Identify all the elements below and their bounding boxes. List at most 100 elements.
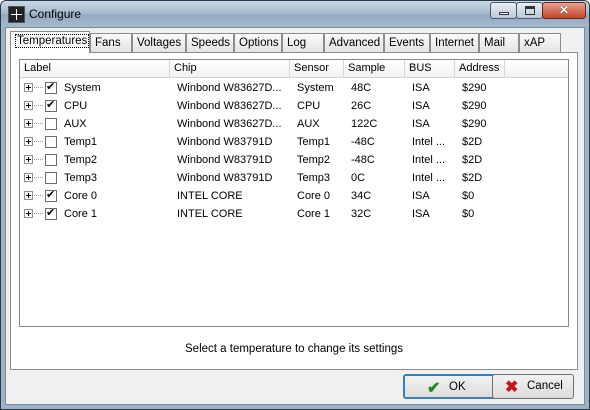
expand-icon[interactable] <box>24 173 33 182</box>
column-header-sensor[interactable]: Sensor <box>290 60 344 77</box>
cell-label: Temp1 <box>64 136 98 148</box>
row-checkbox[interactable] <box>45 98 57 112</box>
cell-sample: 122C <box>351 118 378 130</box>
tab-label: Mail <box>484 37 506 49</box>
cell-label: Core 0 <box>64 190 98 202</box>
tab-options[interactable]: Options <box>234 33 282 52</box>
expand-icon[interactable] <box>24 119 33 128</box>
tab-events[interactable]: Events <box>384 33 430 52</box>
cell-sample: 26C <box>351 100 372 112</box>
row-checkbox[interactable] <box>45 154 57 166</box>
cancel-button[interactable]: ✖ Cancel <box>492 374 574 399</box>
app-icon <box>8 6 25 23</box>
row-checkbox[interactable] <box>45 118 57 130</box>
table-row[interactable]: Temp1 Winbond W83791D Temp1 -48C Intel ... $2… <box>20 133 568 151</box>
tab-log[interactable]: Log <box>282 33 324 52</box>
cell-sensor: AUX <box>297 118 320 130</box>
tab-fans[interactable]: Fans <box>90 33 132 52</box>
tab-temperatures[interactable]: Temperatures <box>10 31 90 53</box>
cell-label: Temp3 <box>64 172 98 184</box>
cell-address: $290 <box>462 100 487 112</box>
expand-icon[interactable] <box>24 155 33 164</box>
tab-label: xAP <box>524 37 546 49</box>
temperatures-panel: Label Chip Sensor Sample BUS Address Sys… <box>10 52 578 370</box>
cell-address: $290 <box>462 118 487 130</box>
tree-connector <box>34 213 43 214</box>
cell-sample: 32C <box>351 208 372 220</box>
close-button[interactable]: ✕ <box>542 2 586 19</box>
cell-label: CPU <box>64 100 88 112</box>
cell-label: AUX <box>64 118 87 130</box>
expand-icon[interactable] <box>24 101 33 110</box>
cell-address: $2D <box>462 136 483 148</box>
cell-bus: Intel ... <box>412 136 446 148</box>
column-header-address[interactable]: Address <box>455 60 505 77</box>
maximize-button[interactable] <box>516 2 543 19</box>
cell-sample: 48C <box>351 82 372 94</box>
table-row[interactable]: CPU Winbond W83627D... CPU 26C ISA $290 <box>20 97 568 115</box>
cell-bus: Intel ... <box>412 154 446 166</box>
tab-label: Log <box>287 37 307 49</box>
configure-window: Configure ✕ Temperatures Fans Voltages S… <box>0 0 590 410</box>
row-checkbox[interactable] <box>45 136 57 148</box>
tree-connector <box>34 177 43 178</box>
maximize-icon <box>525 6 535 15</box>
check-icon: ✔ <box>427 380 441 397</box>
cell-sensor: CPU <box>297 100 321 112</box>
ok-button[interactable]: ✔ OK <box>403 374 499 399</box>
tab-mail[interactable]: Mail <box>479 33 519 52</box>
column-header-sample[interactable]: Sample <box>344 60 405 77</box>
row-checkbox[interactable] <box>45 80 57 94</box>
row-checkbox[interactable] <box>45 188 57 202</box>
cell-chip: Winbond W83791D <box>177 172 273 184</box>
tab-internet[interactable]: Internet <box>430 33 479 52</box>
expand-icon[interactable] <box>24 191 33 200</box>
cell-chip: Winbond W83791D <box>177 136 273 148</box>
tab-speeds[interactable]: Speeds <box>186 33 234 52</box>
tab-advanced[interactable]: Advanced <box>324 33 384 52</box>
cell-address: $0 <box>462 190 475 202</box>
cell-label: Core 1 <box>64 208 98 220</box>
cell-address: $2D <box>462 172 483 184</box>
table-row[interactable]: Temp3 Winbond W83791D Temp3 0C Intel ... $2D <box>20 169 568 187</box>
tab-label: Speeds <box>191 37 231 49</box>
table-row[interactable]: AUX Winbond W83627D... AUX 122C ISA $290 <box>20 115 568 133</box>
table-row[interactable]: Temp2 Winbond W83791D Temp2 -48C Intel ... $2… <box>20 151 568 169</box>
tab-voltages[interactable]: Voltages <box>132 33 186 52</box>
table-row[interactable]: Core 1 INTEL CORE Core 1 32C ISA $0 <box>20 205 568 223</box>
expand-icon[interactable] <box>24 209 33 218</box>
cell-sensor: Temp2 <box>297 154 331 166</box>
table-row[interactable]: Core 0 INTEL CORE Core 0 34C ISA $0 <box>20 187 568 205</box>
title-bar[interactable]: Configure ✕ <box>1 1 589 27</box>
tree-connector <box>34 105 43 106</box>
tree-connector <box>34 87 43 88</box>
tab-label: Internet <box>435 37 474 49</box>
cell-bus: ISA <box>412 118 430 130</box>
cell-sample: -48C <box>351 136 375 148</box>
cell-bus: ISA <box>412 208 430 220</box>
column-header-chip[interactable]: Chip <box>170 60 290 77</box>
row-checkbox[interactable] <box>45 172 57 184</box>
expand-icon[interactable] <box>24 137 33 146</box>
row-checkbox[interactable] <box>45 206 57 220</box>
cancel-label: Cancel <box>527 380 563 392</box>
minimize-button[interactable] <box>490 2 517 19</box>
list-header: Label Chip Sensor Sample BUS Address <box>20 60 568 78</box>
cell-sensor: Temp1 <box>297 136 331 148</box>
tab-label: Options <box>239 37 279 49</box>
tab-xap[interactable]: xAP <box>519 33 561 52</box>
tab-label: Fans <box>95 37 121 49</box>
button-bar: ✔ OK ✖ Cancel <box>6 370 584 404</box>
column-header-bus[interactable]: BUS <box>405 60 455 77</box>
cell-sample: -48C <box>351 154 375 166</box>
expand-icon[interactable] <box>24 83 33 92</box>
cell-address: $2D <box>462 154 483 166</box>
column-header-label[interactable]: Label <box>20 60 170 77</box>
cell-bus: ISA <box>412 100 430 112</box>
tree-connector <box>34 159 43 160</box>
tree-connector <box>34 195 43 196</box>
temperature-list[interactable]: Label Chip Sensor Sample BUS Address Sys… <box>19 59 569 327</box>
x-icon: ✖ <box>505 379 519 396</box>
tab-label: Voltages <box>137 37 182 49</box>
table-row[interactable]: System Winbond W83627D... System 48C ISA $290 <box>20 79 568 97</box>
